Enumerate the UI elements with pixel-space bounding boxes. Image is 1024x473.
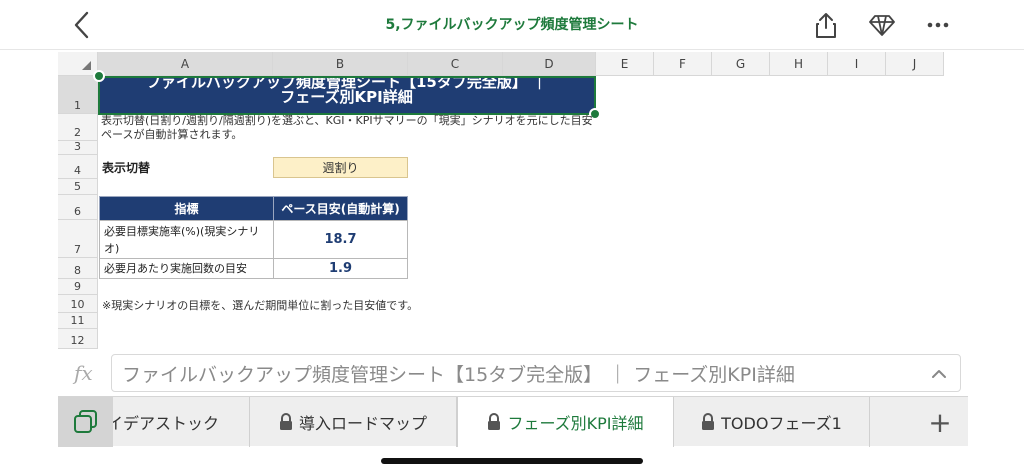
- table-row-value[interactable]: 1.9: [273, 258, 408, 279]
- row-header-1[interactable]: 1: [58, 76, 98, 114]
- add-sheet-button[interactable]: +: [912, 397, 968, 447]
- description-text: 表示切替(日割り/週割り/隔週割り)を選ぶと、KGI・KPIサマリーの「現実」シ…: [101, 114, 593, 140]
- sheet-title-cell[interactable]: ファイルバックアップ頻度管理シート【15タブ完全版】 ｜ フェーズ別KPI詳細: [99, 77, 594, 114]
- column-header-c[interactable]: C: [408, 52, 503, 76]
- row-header-6[interactable]: 6: [58, 195, 98, 220]
- row-header-7[interactable]: 7: [58, 220, 98, 258]
- tab-label: イデアストック: [113, 414, 220, 433]
- column-header-e[interactable]: E: [596, 52, 654, 76]
- column-header-j[interactable]: J: [886, 52, 944, 76]
- row-header-12[interactable]: 12: [58, 329, 98, 349]
- chevron-up-icon[interactable]: [930, 365, 948, 383]
- tab-roadmap[interactable]: 導入ロードマップ: [250, 397, 457, 447]
- formula-content: ファイルバックアップ頻度管理シート【15タブ完全版】 ｜ フェーズ別KPI詳細: [122, 363, 795, 386]
- row-header-8[interactable]: 8: [58, 258, 98, 279]
- column-header-f[interactable]: F: [654, 52, 712, 76]
- period-toggle-dropdown[interactable]: 週割り: [273, 157, 408, 178]
- table-header-pace: ペース目安(自動計算): [273, 196, 408, 221]
- tab-label: 導入ロードマップ: [298, 414, 427, 433]
- sheets-icon: [73, 410, 97, 433]
- top-bar: 5,ファイルバックアップ頻度管理シート: [0, 0, 1024, 50]
- sheet-tab-bar: イデアストック 導入ロードマップ フェーズ別KPI詳細 TODOフェーズ1 +: [58, 396, 968, 447]
- row-header-10[interactable]: 10: [58, 295, 98, 313]
- column-header-h[interactable]: H: [770, 52, 828, 76]
- row-header-5[interactable]: 5: [58, 179, 98, 195]
- column-header-a[interactable]: A: [98, 52, 273, 76]
- spreadsheet-grid[interactable]: A B C D E F G H I J 1 2 3 4 5 6 7 8 9 10…: [58, 52, 968, 349]
- row-header-2[interactable]: 2: [58, 114, 98, 141]
- tab-idea-stock[interactable]: イデアストック: [113, 397, 250, 447]
- table-row-label[interactable]: 必要月あたり実施回数の目安: [99, 258, 274, 279]
- formula-bar: fx ファイルバックアップ頻度管理シート【15タブ完全版】 ｜ フェーズ別KPI…: [58, 350, 968, 396]
- tab-phase-kpi[interactable]: フェーズ別KPI詳細: [457, 397, 674, 447]
- lock-icon: [279, 413, 292, 430]
- lock-icon: [702, 413, 715, 430]
- toggle-label: 表示切替: [102, 161, 151, 175]
- share-icon[interactable]: [809, 8, 843, 42]
- column-header-i[interactable]: I: [828, 52, 886, 76]
- row-header-3[interactable]: 3: [58, 140, 98, 155]
- table-row-value[interactable]: 18.7: [273, 220, 408, 259]
- column-header-b[interactable]: B: [273, 52, 408, 76]
- document-title: 5,ファイルバックアップ頻度管理シート: [385, 17, 639, 33]
- formula-input[interactable]: ファイルバックアップ頻度管理シート【15タブ完全版】 ｜ フェーズ別KPI詳細: [111, 354, 961, 392]
- lock-icon: [488, 413, 501, 430]
- diamond-premium-icon[interactable]: [865, 8, 899, 42]
- table-header-metric: 指標: [99, 196, 274, 221]
- sheet-list-button[interactable]: [58, 397, 113, 447]
- tab-todo-phase1[interactable]: TODOフェーズ1: [674, 397, 870, 447]
- row-header-11[interactable]: 11: [58, 313, 98, 329]
- footnote-text: ※現実シナリオの目標を、選んだ期間単位に割った目安値です。: [102, 299, 419, 312]
- back-chevron-icon[interactable]: [66, 8, 98, 42]
- row-header-9[interactable]: 9: [58, 279, 98, 295]
- row-header-4[interactable]: 4: [58, 155, 98, 179]
- tab-label: フェーズ別KPI詳細: [507, 414, 644, 433]
- table-row-label[interactable]: 必要目標実施率(%)(現実シナリオ): [99, 220, 274, 259]
- column-header-g[interactable]: G: [712, 52, 770, 76]
- home-indicator: [381, 458, 643, 464]
- fx-icon: fx: [74, 361, 93, 385]
- selection-handle-top-left[interactable]: [93, 70, 105, 82]
- select-all-corner[interactable]: [58, 52, 98, 76]
- tab-label: TODOフェーズ1: [721, 414, 842, 433]
- column-header-d[interactable]: D: [503, 52, 596, 76]
- more-options-icon[interactable]: [921, 8, 955, 42]
